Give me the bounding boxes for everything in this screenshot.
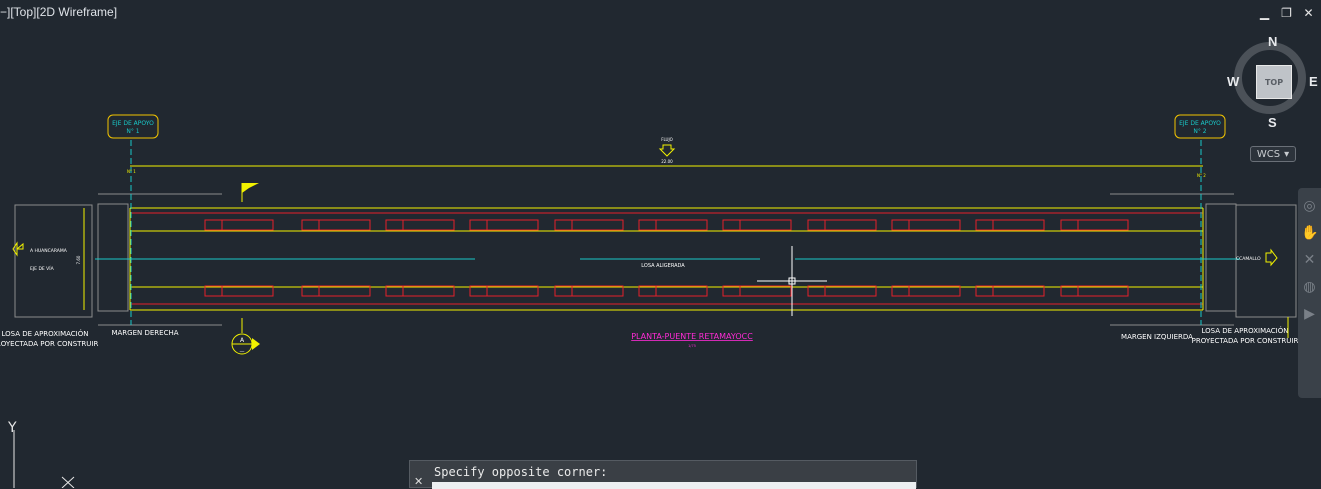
axis-tag-right[interactable]: EJE DE APOYO N° 2 [1174,114,1226,139]
beam-segment [1060,219,1129,231]
svg-text:7.60: 7.60 [76,255,81,264]
axis-tag-left[interactable]: EJE DE APOYO N° 1 [107,114,159,139]
beam-segments-top [204,219,1129,231]
left-bank-label: MARGEN DERECHA [111,329,178,337]
svg-text:PROYECTADA POR CONSTRUIR: PROYECTADA POR CONSTRUIR [1192,337,1299,345]
drawing-title[interactable]: PLANTA-PUENTE RETAMAYOCC 1/75 [631,332,753,348]
beam-segment [891,219,961,231]
beam-segment [975,219,1045,231]
left-direction: A HUANCARAMA EJE DE VÍA 7.60 [12,241,81,272]
svg-text:N° 2: N° 2 [1193,128,1206,135]
beam-segment [807,219,877,231]
svg-text:LOSA DE APROXIMACIÓN: LOSA DE APROXIMACIÓN [2,329,89,338]
svg-text:A HUANCARAMA: A HUANCARAMA [30,248,68,254]
svg-text:EJE DE APOYO: EJE DE APOYO [1179,120,1221,127]
axis-markers: N° 1 N° 2 [127,169,1206,178]
showmotion-icon[interactable]: ▶ [1301,306,1318,323]
right-bank-label: MARGEN IZQUIERDA [1121,333,1193,341]
svg-text:PLANTA-PUENTE RETAMAYOCC: PLANTA-PUENTE RETAMAYOCC [631,332,753,341]
svg-text:EJE DE VÍA: EJE DE VÍA [30,265,55,272]
slab-label: LOSA ALIGERADA [641,263,685,269]
beam-segment [469,219,539,231]
beam-segment [638,219,708,231]
svg-text:N° 1: N° 1 [126,128,139,135]
svg-text:—: — [240,349,245,355]
svg-text:LOSA DE APROXIMACIÓN: LOSA DE APROXIMACIÓN [1202,326,1289,335]
chevron-down-icon: ▾ [1284,148,1290,160]
svg-text:CCAMALLO: CCAMALLO [1236,256,1261,262]
svg-text:PROYECTADA POR CONSTRUIR: PROYECTADA POR CONSTRUIR [0,340,98,348]
pan-icon[interactable]: ✋ [1301,225,1318,242]
section-marker[interactable]: A — [231,318,260,355]
svg-text:22.00: 22.00 [661,159,673,164]
left-approach-slab-label: LOSA DE APROXIMACIÓN PROYECTADA POR CONS… [0,329,98,348]
ucs-icon: Y [7,420,75,488]
viewcube[interactable]: TOP N S E W [1227,34,1320,130]
compass-east[interactable]: E [1309,74,1318,89]
right-approach-slab-label: LOSA DE APROXIMACIÓN PROYECTADA POR CONS… [1192,326,1299,345]
close-icon[interactable]: ✕ [414,475,423,488]
orbit-icon[interactable]: ◍ [1301,279,1318,296]
viewcube-top-face[interactable]: TOP [1256,65,1292,99]
beam-segment [204,219,274,231]
command-line[interactable]: ✕ Specify opposite corner: [409,460,917,489]
svg-text:FLUJO: FLUJO [661,137,673,142]
svg-text:EJE DE APOYO: EJE DE APOYO [112,120,154,127]
right-direction: CCAMALLO [1236,248,1278,267]
flag-marker [241,183,259,202]
command-prompt: Specify opposite corner: [434,465,608,479]
wcs-menu[interactable]: WCS ▾ [1250,146,1296,162]
compass-south[interactable]: S [1268,115,1277,130]
beam-segment [722,219,792,231]
svg-text:N° 2: N° 2 [1197,173,1206,178]
beam-segment [385,219,455,231]
compass-west[interactable]: W [1227,74,1239,89]
svg-text:Y: Y [7,420,17,436]
wcs-label: WCS [1256,148,1281,160]
deck-lines [83,140,1240,325]
svg-text:N° 1: N° 1 [127,169,136,174]
navigation-bar[interactable]: ◎ ✋ ✕ ◍ ▶ [1298,188,1321,398]
crosshair-cursor [757,246,827,316]
steering-wheel-icon[interactable]: ◎ [1301,198,1318,215]
compass-north[interactable]: N [1268,34,1277,49]
flow-arrow: FLUJO 22.00 [658,137,676,164]
drawing-canvas[interactable]: EJE DE APOYO N° 1 EJE DE APOYO N° 2 FLUJ… [0,0,1321,488]
beam-segment [301,219,371,231]
beam-segment [554,219,624,231]
zoom-extents-icon[interactable]: ✕ [1301,252,1318,269]
svg-text:1/75: 1/75 [688,344,696,348]
svg-text:A: A [240,337,245,344]
